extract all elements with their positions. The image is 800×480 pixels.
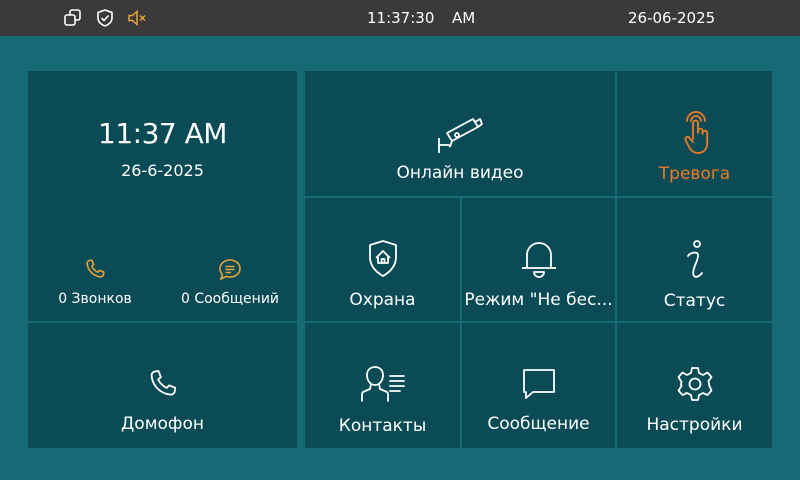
gear-icon [677, 367, 712, 401]
shield-home-icon [368, 240, 397, 277]
message-label: Сообщение [487, 414, 590, 434]
contacts-tile[interactable]: Контакты [305, 323, 460, 448]
status-tile[interactable]: Статус [617, 198, 772, 321]
intercom-tile[interactable]: Домофон [28, 323, 297, 448]
phone-icon [86, 259, 105, 278]
clock-time: 11:37 AM [98, 117, 227, 150]
cctv-camera-icon [438, 118, 483, 153]
speaker-muted-icon [128, 9, 146, 27]
shield-check-icon [97, 9, 113, 27]
alarm-label: Тревога [658, 164, 731, 184]
message-icon [522, 369, 555, 399]
security-tile[interactable]: Охрана [305, 198, 460, 321]
info-icon [686, 240, 703, 278]
dnd-mode-label: Режим "Не бес... [464, 290, 613, 310]
status-time: 11:37:30 [367, 9, 435, 27]
status-date: 26-06-2025 [628, 9, 716, 27]
contacts-icon [360, 366, 405, 402]
alarm-tile[interactable]: Тревога [617, 71, 772, 196]
message-tile[interactable]: Сообщение [462, 323, 615, 448]
phone-icon [150, 370, 176, 396]
status-bar: 11:37:30 AM 26-06-2025 [0, 0, 800, 36]
clock-date: 26-6-2025 [121, 161, 204, 180]
status-ampm: AM [452, 9, 476, 27]
clock-panel: 11:37 AM 26-6-2025 0 Звонков 0 Сообщений [28, 71, 297, 321]
messages-counter[interactable]: 0 Сообщений [163, 251, 297, 307]
status-label: Статус [663, 291, 726, 311]
contacts-label: Контакты [338, 416, 427, 436]
bell-icon [521, 242, 556, 278]
intercom-label: Домофон [121, 414, 204, 434]
online-video-tile[interactable]: Онлайн видео [305, 71, 615, 196]
hand-touch-icon [683, 111, 708, 154]
security-label: Охрана [349, 290, 416, 310]
settings-label: Настройки [646, 415, 743, 435]
chat-bubble-icon [219, 259, 241, 281]
messages-label: 0 Сообщений [180, 291, 280, 307]
settings-tile[interactable]: Настройки [617, 323, 772, 448]
dnd-mode-tile[interactable]: Режим "Не бес... [462, 198, 615, 321]
copy-icon [64, 9, 81, 26]
online-video-label: Онлайн видео [396, 163, 524, 183]
missed-calls-label: 0 Звонков [58, 291, 132, 307]
missed-calls-counter[interactable]: 0 Звонков [28, 251, 162, 307]
